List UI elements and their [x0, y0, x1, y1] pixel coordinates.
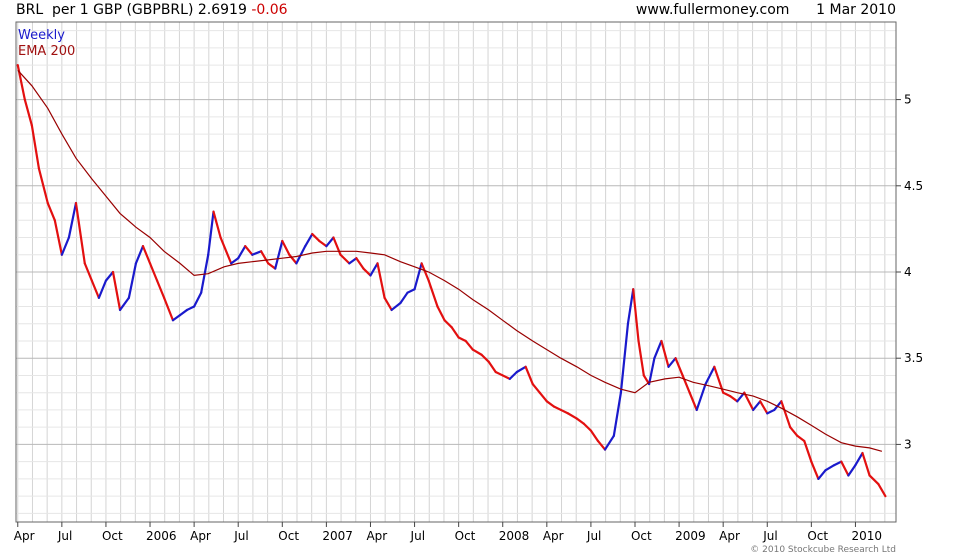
price-segment: [688, 391, 698, 412]
price-chart: 3 3.5 4 4.5 5 Apr Jul Oct 2006 Apr Jul Oct 2007 Apr Ju…: [14, 21, 923, 543]
x-tick-label: Oct: [455, 529, 476, 543]
y-tick-label: 4.5: [904, 179, 923, 193]
price-segment: [193, 291, 203, 308]
price-segment: [494, 370, 504, 377]
y-tick-label: 3: [904, 437, 912, 451]
price-segment: [780, 400, 792, 429]
x-tick-label: Oct: [102, 529, 123, 543]
y-tick-label: 5: [904, 93, 912, 107]
series-layer: [16, 64, 887, 498]
x-tick-label: Oct: [631, 529, 652, 543]
x-tick-label: Apr: [190, 529, 211, 543]
price-segment: [847, 464, 857, 477]
price-segment: [861, 451, 871, 477]
price-segment: [722, 391, 732, 398]
price-segment: [163, 296, 175, 322]
price-segment: [824, 464, 836, 472]
price-segment: [219, 236, 233, 265]
price-segment: [667, 357, 677, 368]
price-segment: [538, 391, 548, 403]
price-segment: [729, 395, 739, 403]
chart-root: BRL per 1 GBP (GBPBRL) 2.6919 -0.06 www.…: [0, 0, 980, 560]
price-segment: [515, 365, 527, 374]
price-segment: [281, 239, 291, 256]
price-segment: [810, 460, 820, 480]
price-segment: [118, 296, 130, 312]
price-segment: [796, 434, 806, 443]
price-segment: [332, 236, 342, 256]
x-tick-label: 2006: [146, 529, 177, 543]
price-segment: [46, 201, 56, 222]
price-segment: [695, 382, 707, 412]
price-segment: [369, 262, 379, 277]
x-tick-label: Jul: [410, 529, 425, 543]
price-segment: [185, 305, 196, 312]
copyright-note: © 2010 Stockcube Research Ltd: [750, 545, 896, 555]
price-segment: [23, 98, 33, 127]
price-segment: [840, 460, 850, 477]
price-segment: [464, 339, 474, 351]
price-segment: [501, 374, 511, 380]
price-segment: [237, 245, 247, 260]
price-segment: [566, 412, 578, 420]
price-segment: [427, 279, 439, 308]
x-tick-label: Jul: [57, 529, 72, 543]
price-segment: [318, 239, 328, 248]
price-segment: [868, 474, 880, 486]
price-segment: [817, 469, 827, 480]
price-segment: [325, 236, 335, 248]
price-segment: [406, 288, 416, 294]
price-segment: [575, 417, 585, 425]
x-tick-label: Apr: [366, 529, 387, 543]
x-tick-label: Oct: [278, 529, 299, 543]
price-segment: [111, 270, 122, 312]
x-tick-label: Jul: [586, 529, 601, 543]
price-segment: [552, 405, 563, 412]
grid: [16, 22, 896, 522]
x-tick-label: 2008: [499, 529, 530, 543]
price-segment: [457, 336, 467, 343]
price-segment: [376, 262, 386, 299]
legend-ema: EMA 200: [18, 44, 76, 59]
price-segment: [450, 326, 460, 339]
x-tick-label: 2007: [322, 529, 353, 543]
x-tick-label: Apr: [719, 529, 740, 543]
price-segment: [531, 382, 541, 394]
x-tick-label: Jul: [233, 529, 248, 543]
x-tick-label: Apr: [543, 529, 564, 543]
price-segment: [752, 400, 762, 412]
y-tick-label: 3.5: [904, 351, 923, 365]
x-tick-label: 2010: [851, 529, 882, 543]
price-segment: [244, 245, 254, 256]
price-segment: [60, 236, 71, 256]
price-segment: [355, 257, 365, 270]
price-segment: [632, 288, 640, 343]
price-segment: [603, 434, 615, 451]
price-segment: [230, 257, 240, 265]
price-segment: [589, 429, 600, 443]
price-segment: [766, 408, 776, 415]
price-segment: [653, 339, 663, 360]
price-segment: [339, 253, 351, 265]
price-segment: [596, 439, 607, 451]
price-segment: [660, 339, 670, 368]
x-tick-label: 2009: [675, 529, 706, 543]
y-tick-label: 4: [904, 265, 912, 279]
price-segment: [104, 270, 115, 282]
price-segment: [854, 451, 864, 467]
price-segment: [471, 348, 483, 356]
price-segment: [681, 374, 691, 394]
price-segment: [251, 250, 263, 256]
price-segment: [212, 210, 222, 239]
price-segment: [267, 262, 277, 270]
price-segment: [399, 291, 409, 305]
x-tick-label: Oct: [807, 529, 828, 543]
price-segment: [178, 308, 189, 317]
x-tick-label: Apr: [14, 529, 35, 543]
price-segment: [487, 360, 497, 374]
price-segment: [545, 400, 555, 408]
x-tick-label: Jul: [762, 529, 777, 543]
price-segment: [759, 400, 769, 415]
legend-weekly: Weekly: [18, 28, 65, 43]
